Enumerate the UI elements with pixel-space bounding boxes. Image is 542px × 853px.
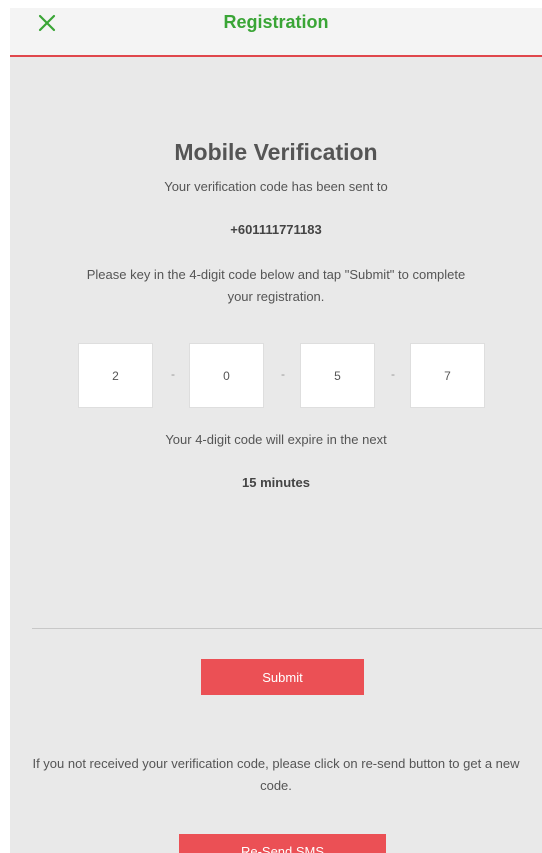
code-digit-3[interactable]: 5 xyxy=(300,343,375,408)
code-digit-2[interactable]: 0 xyxy=(189,343,264,408)
code-separator: - xyxy=(391,367,395,381)
sent-text: Your verification code has been sent to xyxy=(164,179,388,194)
code-digit-1[interactable]: 2 xyxy=(78,343,153,408)
phone-number: +601111771183 xyxy=(230,222,322,237)
expire-value: 15 minutes xyxy=(242,475,310,490)
app-header: Registration xyxy=(10,8,542,57)
expire-text: Your 4-digit code will expire in the nex… xyxy=(165,432,387,447)
code-inputs: 2 - 0 - 5 - 7 xyxy=(10,343,542,408)
code-separator: - xyxy=(281,367,285,381)
registration-screen: Registration Mobile Verification Your ve… xyxy=(10,8,542,853)
divider xyxy=(32,628,542,629)
resend-info-text: If you not received your verification co… xyxy=(32,756,520,793)
submit-button[interactable]: Submit xyxy=(201,659,364,695)
resend-sms-button[interactable]: Re-Send SMS xyxy=(179,834,386,853)
page-title: Mobile Verification xyxy=(174,139,378,165)
code-separator: - xyxy=(171,367,175,381)
code-digit-4[interactable]: 7 xyxy=(410,343,485,408)
instructions-text: Please key in the 4-digit code below and… xyxy=(86,267,466,304)
header-title: Registration xyxy=(223,12,329,32)
